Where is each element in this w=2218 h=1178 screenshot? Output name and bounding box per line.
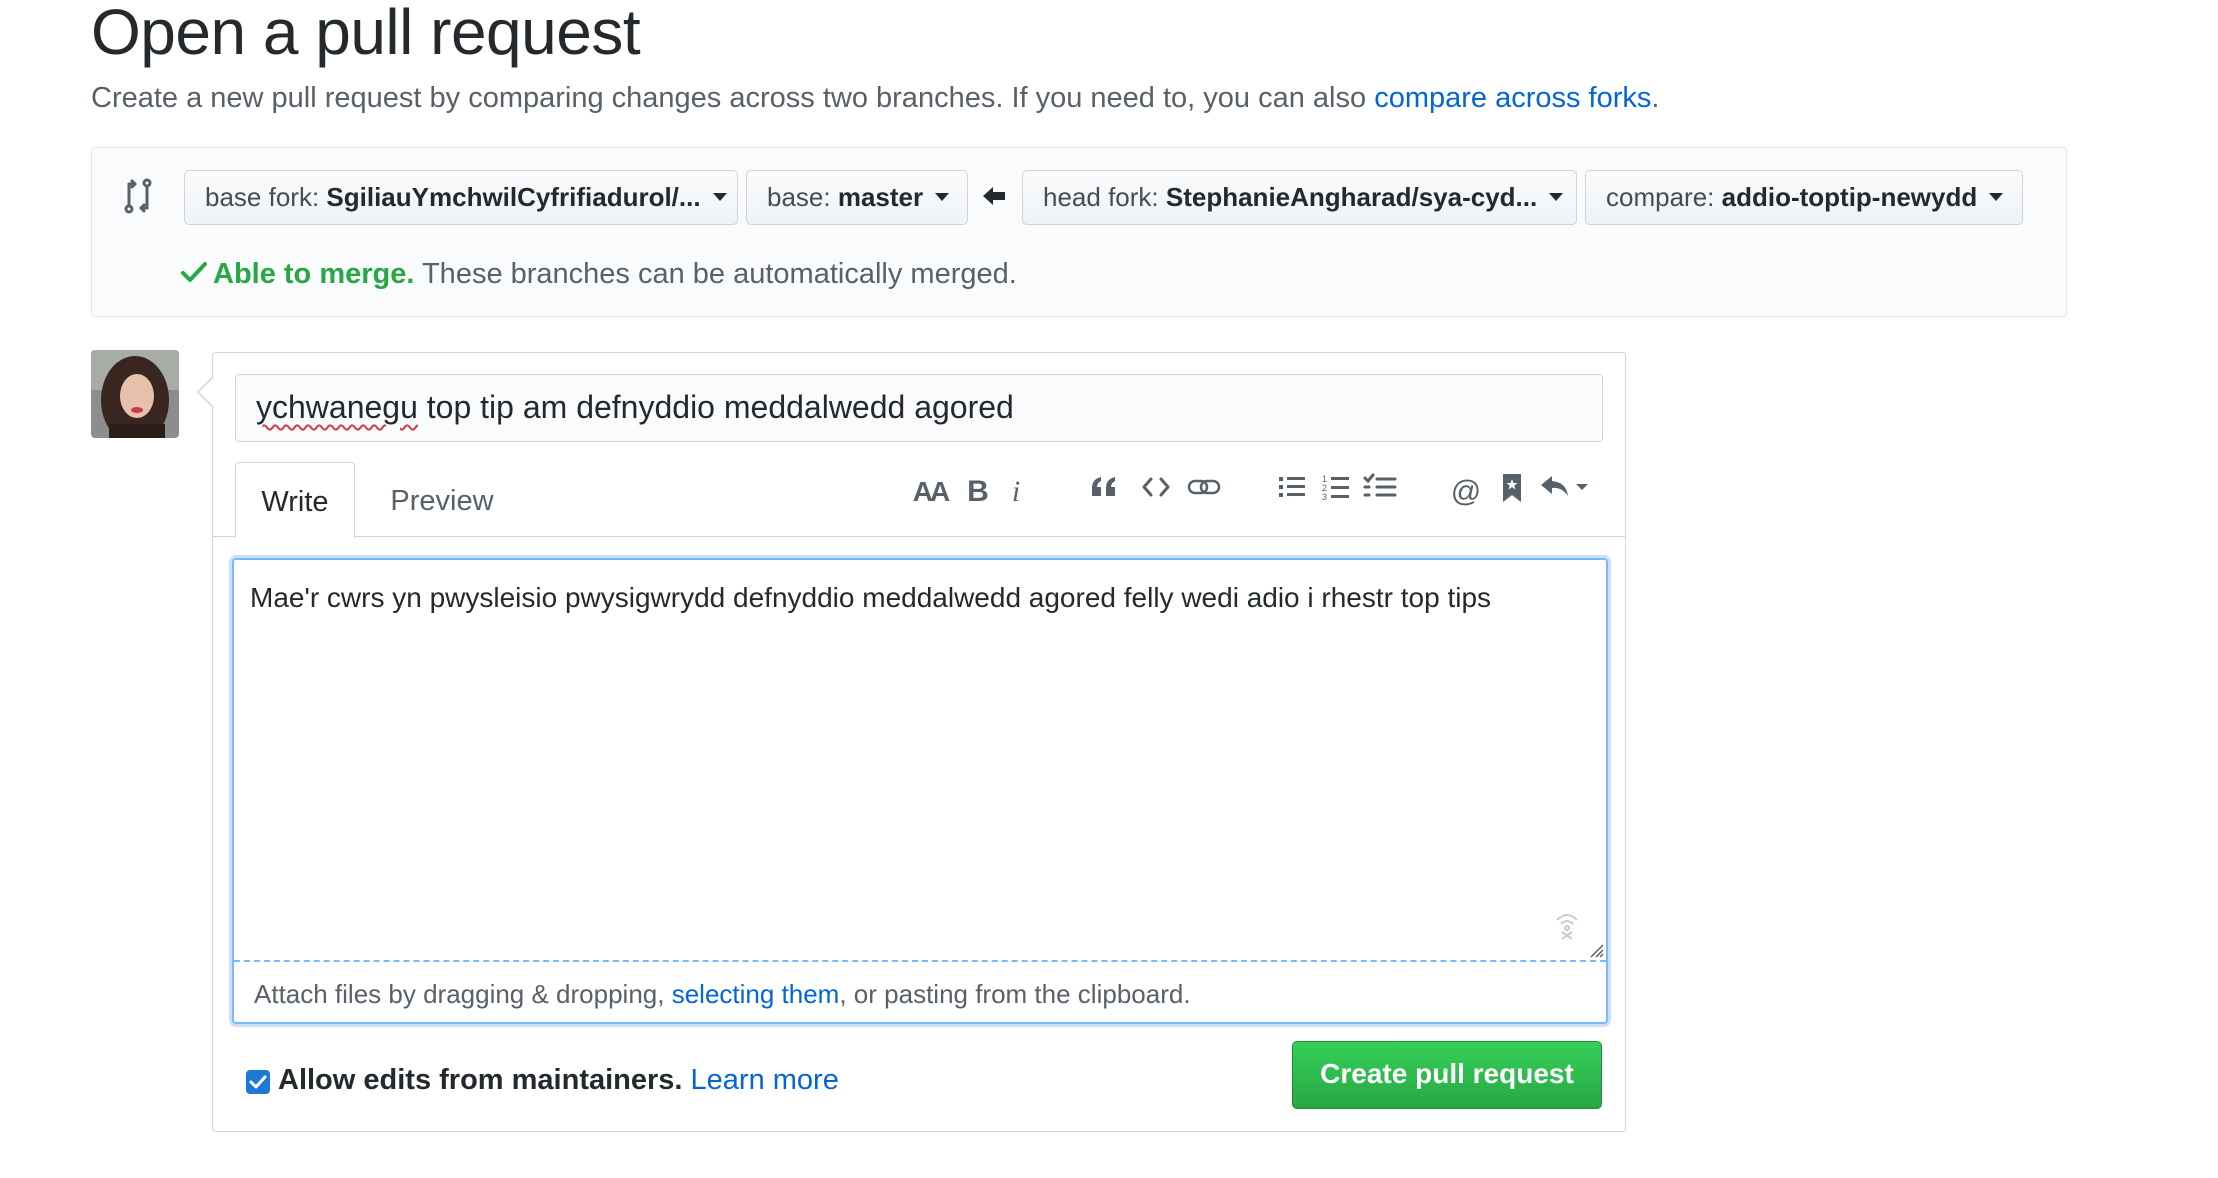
- italic-icon[interactable]: i: [996, 472, 1036, 512]
- markdown-assist-icon: [1556, 914, 1578, 940]
- base-branch-value: master: [837, 182, 924, 212]
- title-misspelled-word: ychwanegu: [256, 389, 418, 425]
- chevron-down-icon: [1549, 193, 1564, 202]
- checkmark-icon: [249, 1075, 267, 1089]
- attach-suffix: , or pasting from the clipboard.: [839, 979, 1191, 1009]
- compare-icon: [124, 178, 152, 214]
- title-text: top tip am defnyddio meddalwedd agored: [417, 389, 1014, 425]
- avatar[interactable]: [91, 350, 179, 438]
- comment-pointer: [197, 377, 213, 407]
- body-textarea[interactable]: [232, 558, 1608, 1024]
- resize-handle[interactable]: [1590, 944, 1604, 958]
- attach-files-hint: Attach files by dragging & dropping, sel…: [254, 975, 1191, 1013]
- page-title: Open a pull request: [91, 0, 641, 68]
- chevron-down-icon: [935, 193, 950, 202]
- compare-branch-value: addio-toptip-newydd: [1721, 182, 1978, 212]
- allow-edits-row: Allow edits from maintainers. Learn more: [278, 1058, 839, 1102]
- tab-preview[interactable]: Preview: [372, 462, 512, 538]
- compare-across-forks-link[interactable]: compare across forks: [1374, 82, 1651, 114]
- head-fork-select[interactable]: head fork: StephanieAngharad/sya-cyd...: [1022, 170, 1577, 225]
- check-icon: [181, 262, 207, 283]
- merge-detail-text: These branches can be automatically merg…: [414, 258, 1017, 290]
- numbered-list-icon[interactable]: 123: [1316, 472, 1356, 512]
- attach-prefix: Attach files by dragging & dropping,: [254, 979, 672, 1009]
- mention-icon[interactable]: @: [1446, 472, 1486, 512]
- chevron-down-icon: [712, 193, 727, 202]
- subtitle-period: .: [1651, 82, 1660, 114]
- title-input[interactable]: ychwanegu top tip am defnyddio meddalwed…: [235, 374, 1603, 442]
- compare-branch-label: compare:: [1606, 182, 1715, 212]
- svg-text:3: 3: [1322, 492, 1327, 502]
- arrow-left-icon: [983, 187, 1005, 205]
- compare-branch-select[interactable]: compare: addio-toptip-newydd: [1585, 170, 2023, 225]
- learn-more-link[interactable]: Learn more: [691, 1064, 839, 1096]
- merge-status: Able to merge. These branches can be aut…: [181, 254, 1017, 294]
- chevron-down-icon: [1989, 193, 2004, 202]
- quote-icon[interactable]: [1084, 472, 1124, 512]
- base-fork-value: SgiliauYmchwilCyfrifiadurol/...: [326, 182, 701, 212]
- task-list-icon[interactable]: [1360, 472, 1400, 512]
- drop-zone-divider: [234, 960, 1606, 962]
- create-pull-request-button[interactable]: Create pull request: [1292, 1041, 1602, 1109]
- base-branch-select[interactable]: base: master: [746, 170, 968, 225]
- select-files-link[interactable]: selecting them: [672, 979, 840, 1009]
- reply-icon[interactable]: [1536, 472, 1596, 512]
- head-fork-label: head fork:: [1043, 182, 1159, 212]
- base-branch-label: base:: [767, 182, 831, 212]
- base-fork-select[interactable]: base fork: SgiliauYmchwilCyfrifiadurol/.…: [184, 170, 738, 225]
- link-icon[interactable]: [1184, 472, 1224, 512]
- bullet-list-icon[interactable]: [1272, 472, 1312, 512]
- tab-write[interactable]: Write: [235, 462, 355, 538]
- allow-edits-label: Allow edits from maintainers.: [278, 1064, 683, 1096]
- subtitle-text: Create a new pull request by comparing c…: [91, 82, 1375, 114]
- page-subtitle: Create a new pull request by comparing c…: [91, 78, 1659, 118]
- text-size-icon[interactable]: AA: [910, 472, 950, 512]
- bold-icon[interactable]: B: [958, 472, 998, 512]
- code-icon[interactable]: [1136, 472, 1176, 512]
- body-text: Mae'r cwrs yn pwysleisio pwysigwrydd def…: [250, 582, 1492, 613]
- bookmark-icon[interactable]: [1492, 472, 1532, 512]
- head-fork-value: StephanieAngharad/sya-cyd...: [1165, 182, 1538, 212]
- allow-edits-checkbox[interactable]: [246, 1070, 270, 1094]
- base-fork-label: base fork:: [205, 182, 320, 212]
- merge-ok-text: Able to merge.: [213, 258, 415, 290]
